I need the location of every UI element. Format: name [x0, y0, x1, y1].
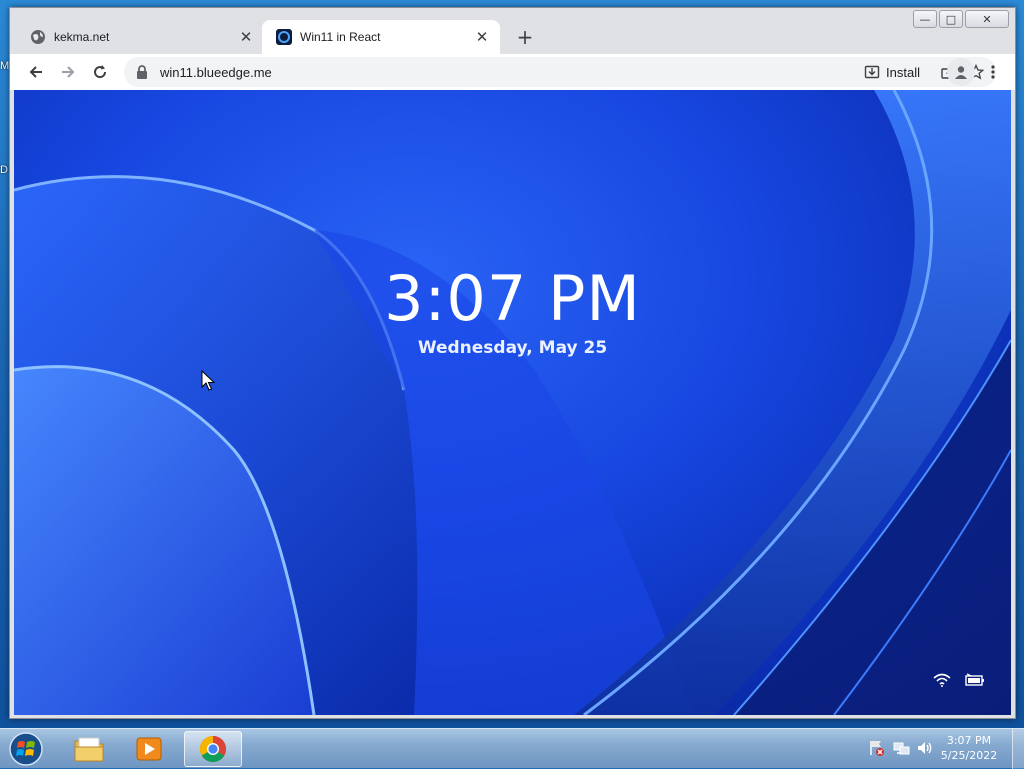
show-desktop-button[interactable]	[1012, 729, 1024, 769]
reload-icon	[94, 65, 107, 79]
mouse-cursor-icon	[201, 370, 215, 391]
taskbar-clock[interactable]: 3:07 PM 5/25/2022	[934, 733, 1004, 763]
tab-strip: kekma.net ✕ Win11 in React ✕ +	[10, 20, 1015, 54]
battery-icon	[965, 673, 984, 686]
browser-menu-button[interactable]	[981, 58, 1005, 86]
install-button[interactable]: Install	[864, 64, 920, 80]
start-button[interactable]	[6, 730, 46, 768]
address-bar[interactable]: win11.blueedge.me Install	[124, 57, 996, 87]
install-icon	[864, 65, 880, 79]
tab-close-button[interactable]: ✕	[474, 28, 490, 46]
folder-icon	[74, 737, 104, 762]
tab-title: kekma.net	[54, 30, 110, 44]
new-tab-button[interactable]: +	[512, 24, 538, 50]
taskbar-media-player[interactable]	[120, 731, 178, 767]
back-arrow-icon	[29, 66, 42, 78]
lockscreen-time: 3:07 PM	[384, 262, 641, 335]
windows-start-icon	[9, 732, 43, 766]
win11-favicon	[276, 29, 292, 45]
kebab-menu-icon	[991, 65, 995, 79]
profile-button[interactable]	[947, 58, 975, 86]
system-tray	[868, 739, 934, 757]
chrome-icon	[199, 735, 227, 763]
globe-icon	[31, 30, 45, 44]
taskbar-clock-date: 5/25/2022	[940, 749, 998, 762]
lockscreen-status-icons	[933, 673, 985, 687]
network-icon[interactable]	[892, 739, 910, 757]
wifi-icon	[933, 673, 951, 687]
forward-button[interactable]	[52, 56, 84, 88]
forward-arrow-icon	[62, 66, 75, 78]
browser-toolbar: win11.blueedge.me Install	[10, 54, 1015, 90]
taskbar-chrome[interactable]	[184, 731, 242, 767]
bloom-wallpaper	[14, 90, 1011, 715]
volume-icon[interactable]	[916, 739, 934, 757]
tab-win11-in-react[interactable]: Win11 in React ✕	[262, 20, 500, 54]
tab-close-button[interactable]: ✕	[238, 28, 254, 46]
lockscreen-date: Wednesday, May 25	[417, 338, 608, 358]
tab-kekma[interactable]: kekma.net ✕	[16, 20, 264, 54]
plus-icon: +	[516, 25, 534, 49]
back-button[interactable]	[20, 56, 52, 88]
taskbar-clock-time: 3:07 PM	[946, 734, 992, 747]
media-player-icon	[136, 737, 162, 761]
page-viewport[interactable]: 3:07 PM Wednesday, May 25	[14, 90, 1011, 715]
taskbar: 3:07 PM 5/25/2022	[0, 728, 1024, 769]
action-center-icon[interactable]	[868, 739, 886, 757]
tab-title: Win11 in React	[300, 30, 381, 44]
browser-window: — □ ✕ kekma.net ✕ Win11 in React ✕ + win…	[9, 7, 1016, 719]
url-text[interactable]: win11.blueedge.me	[160, 65, 864, 80]
taskbar-windows-explorer[interactable]	[60, 731, 118, 767]
profile-icon	[955, 66, 967, 79]
install-label: Install	[886, 64, 920, 80]
reload-button[interactable]	[84, 56, 116, 88]
lock-icon[interactable]	[134, 64, 150, 80]
